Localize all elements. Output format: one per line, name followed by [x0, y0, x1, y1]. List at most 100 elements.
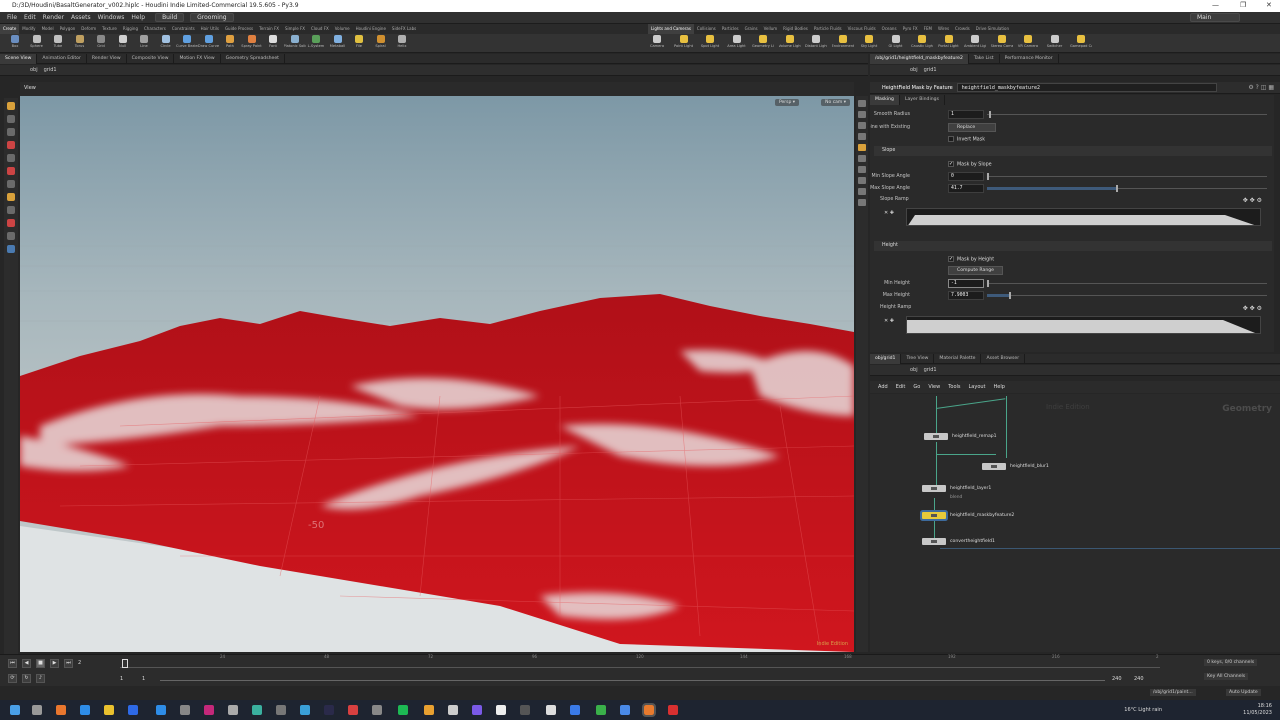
persp-menu[interactable]: Persp ▾ — [774, 99, 799, 106]
search-icon[interactable] — [32, 705, 42, 715]
net-path-grid1[interactable]: grid1 — [924, 367, 937, 373]
shelf-tab-grains[interactable]: Grains — [742, 24, 761, 34]
maximize-button[interactable]: ❐ — [1240, 1, 1246, 9]
edge-icon[interactable] — [80, 705, 90, 715]
smooth-radius-field[interactable]: 1 — [948, 110, 984, 119]
param-path-grid1[interactable]: grid1 — [924, 67, 937, 73]
shelf-tool-box[interactable]: Box — [4, 35, 26, 48]
shelf-tab-create[interactable]: Create — [0, 24, 20, 34]
magnet-tool-icon[interactable] — [7, 219, 15, 227]
smooth-radius-slider[interactable] — [987, 111, 1267, 118]
net-menu-view[interactable]: View — [928, 384, 940, 390]
shelf-tool-vr-camera[interactable]: VR Camera — [1017, 35, 1039, 48]
shelf-tool-metaball[interactable]: Metaball — [327, 35, 349, 48]
snap-tool-icon[interactable] — [7, 206, 15, 214]
slope-ramp-add-icon[interactable]: ✕ ✚ — [884, 210, 894, 216]
close-button[interactable]: ✕ — [1266, 1, 1272, 9]
shelf-tool-torus[interactable]: Torus — [69, 35, 91, 48]
shelf-tab-modify[interactable]: Modify — [19, 24, 38, 34]
net-menu-go[interactable]: Go — [913, 384, 920, 390]
mask-by-height-checkbox[interactable]: ✓ Mask by Height — [948, 256, 994, 264]
pane-tab-animation-editor[interactable]: Animation Editor — [37, 53, 87, 64]
shelf-tool-path[interactable]: Path — [219, 35, 241, 48]
app10-icon[interactable] — [448, 705, 458, 715]
houdini-icon[interactable] — [642, 703, 656, 717]
range-bar[interactable] — [160, 680, 1105, 681]
step-back-button[interactable]: ◀ — [22, 659, 31, 668]
shelf-tab-polygon[interactable]: Polygon — [57, 24, 79, 34]
pane-tab-obj-grid1-heightfield-maskbyfeature2[interactable]: /obj/grid1/heightfield_maskbyfeature2 — [870, 53, 969, 64]
shelf-tool-sky-light[interactable]: Sky Light — [858, 35, 880, 48]
min-height-field[interactable]: -1 — [948, 279, 984, 288]
shelf-tool-portal-light[interactable]: Portal Light — [938, 35, 960, 48]
max-height-field[interactable]: 7.9003 — [948, 291, 984, 300]
slope-section-header[interactable]: Slope — [874, 146, 1272, 156]
menu-help[interactable]: Help — [131, 14, 145, 21]
spotify-icon[interactable] — [398, 705, 408, 715]
clock-time[interactable]: 18:16 — [1243, 703, 1272, 710]
shelf-tool-null[interactable]: Null — [112, 35, 134, 48]
weather-widget[interactable]: 16°C Light rain — [1124, 707, 1162, 714]
ramp-preset-icon[interactable]: ✥ ✥ ⚙ — [1243, 197, 1262, 204]
shelf-tab-particle-fluids[interactable]: Particle Fluids — [811, 24, 845, 34]
shelf-tool-gamepad-camera[interactable]: Gamepad Camera — [1070, 35, 1092, 48]
shelf-tab-oceans[interactable]: Oceans — [879, 24, 900, 34]
normal-display-icon[interactable] — [858, 177, 866, 184]
display-options-icon[interactable] — [858, 100, 866, 107]
shelf-tab-drive-simulation[interactable]: Drive Simulation — [973, 24, 1012, 34]
shelf-tool-caustic-light[interactable]: Caustic Light — [911, 35, 933, 48]
height-section-header[interactable]: Height — [874, 241, 1272, 251]
shelf-tool-environment-light[interactable]: Environment Light — [832, 35, 854, 48]
shelf-tool-gi-light[interactable]: GI Light — [885, 35, 907, 48]
end-frame-field-2[interactable]: 240 — [1134, 676, 1144, 682]
min-slope-field[interactable]: 0 — [948, 172, 984, 181]
shelf-tab-pyro-fx[interactable]: Pyro FX — [900, 24, 921, 34]
app-icon[interactable] — [128, 705, 138, 715]
app13-icon[interactable] — [520, 705, 530, 715]
max-slope-field[interactable]: 41.7 — [948, 184, 984, 193]
shelf-tool-area-light[interactable]: Area Light — [726, 35, 748, 48]
tab-masking[interactable]: Masking — [870, 95, 900, 105]
end-frame-field[interactable]: 240 — [1112, 676, 1122, 682]
shelf-tab-wires[interactable]: Wires — [935, 24, 952, 34]
xbox-icon[interactable] — [596, 705, 606, 715]
rotate-tool-icon[interactable] — [7, 141, 15, 149]
grid-display-icon[interactable] — [858, 188, 866, 195]
height-ramp-add-icon[interactable]: ✕ ✚ — [884, 318, 894, 324]
shelf-tab-sidefx-labs[interactable]: SideFX Labs — [389, 24, 419, 34]
shelf-tool-grid[interactable]: Grid — [90, 35, 112, 48]
gear-icon[interactable]: ⚙ ? ◫ ▦ — [1248, 84, 1274, 91]
path-grid1[interactable]: grid1 — [44, 67, 57, 73]
play-button[interactable]: ▶ — [50, 659, 59, 668]
height-ramp-widget[interactable] — [906, 316, 1261, 334]
shelf-tool-tube[interactable]: Tube — [47, 35, 69, 48]
app11-icon[interactable] — [472, 705, 482, 715]
shelf-tab-viscous-fluids[interactable]: Viscous Fluids — [845, 24, 879, 34]
menu-windows[interactable]: Windows — [98, 14, 125, 21]
net-menu-layout[interactable]: Layout — [969, 384, 986, 390]
shelf-tool-circle[interactable]: Circle — [155, 35, 177, 48]
app2-icon[interactable] — [204, 705, 214, 715]
app8-icon[interactable] — [372, 705, 382, 715]
net-tab-tree-view[interactable]: Tree View — [901, 353, 935, 364]
shelf-tab-model[interactable]: Model — [39, 24, 57, 34]
app6-icon[interactable] — [300, 705, 310, 715]
shelf-tool-spot-light[interactable]: Spot Light — [699, 35, 721, 48]
pane-tab-motion-fx-view[interactable]: Motion FX View — [174, 53, 221, 64]
move-tool-icon[interactable] — [7, 128, 15, 136]
shelf-tool-helix[interactable]: Helix — [391, 35, 413, 48]
shelf-tool-ambient-light[interactable]: Ambient Light — [964, 35, 986, 48]
net-menu-tools[interactable]: Tools — [948, 384, 960, 390]
shelf-tool-geometry-light[interactable]: Geometry Light — [752, 35, 774, 48]
key-all-channels-button[interactable]: Key All Channels — [1204, 673, 1249, 680]
desktop-grooming-button[interactable]: Grooming — [190, 13, 234, 22]
node-name-field[interactable]: heightfield_maskbyfeature2 — [956, 83, 1217, 92]
net-menu-help[interactable]: Help — [994, 384, 1005, 390]
menu-render[interactable]: Render — [43, 14, 64, 21]
net-tab-material-palette[interactable]: Material Palette — [934, 353, 982, 364]
shelf-tool-switcher[interactable]: Switcher — [1044, 35, 1066, 48]
start-frame-field[interactable]: 1 — [120, 676, 123, 682]
audio-toggle[interactable]: ♪ — [36, 674, 45, 683]
shading-icon[interactable] — [858, 133, 866, 140]
explorer-icon[interactable] — [104, 705, 114, 715]
